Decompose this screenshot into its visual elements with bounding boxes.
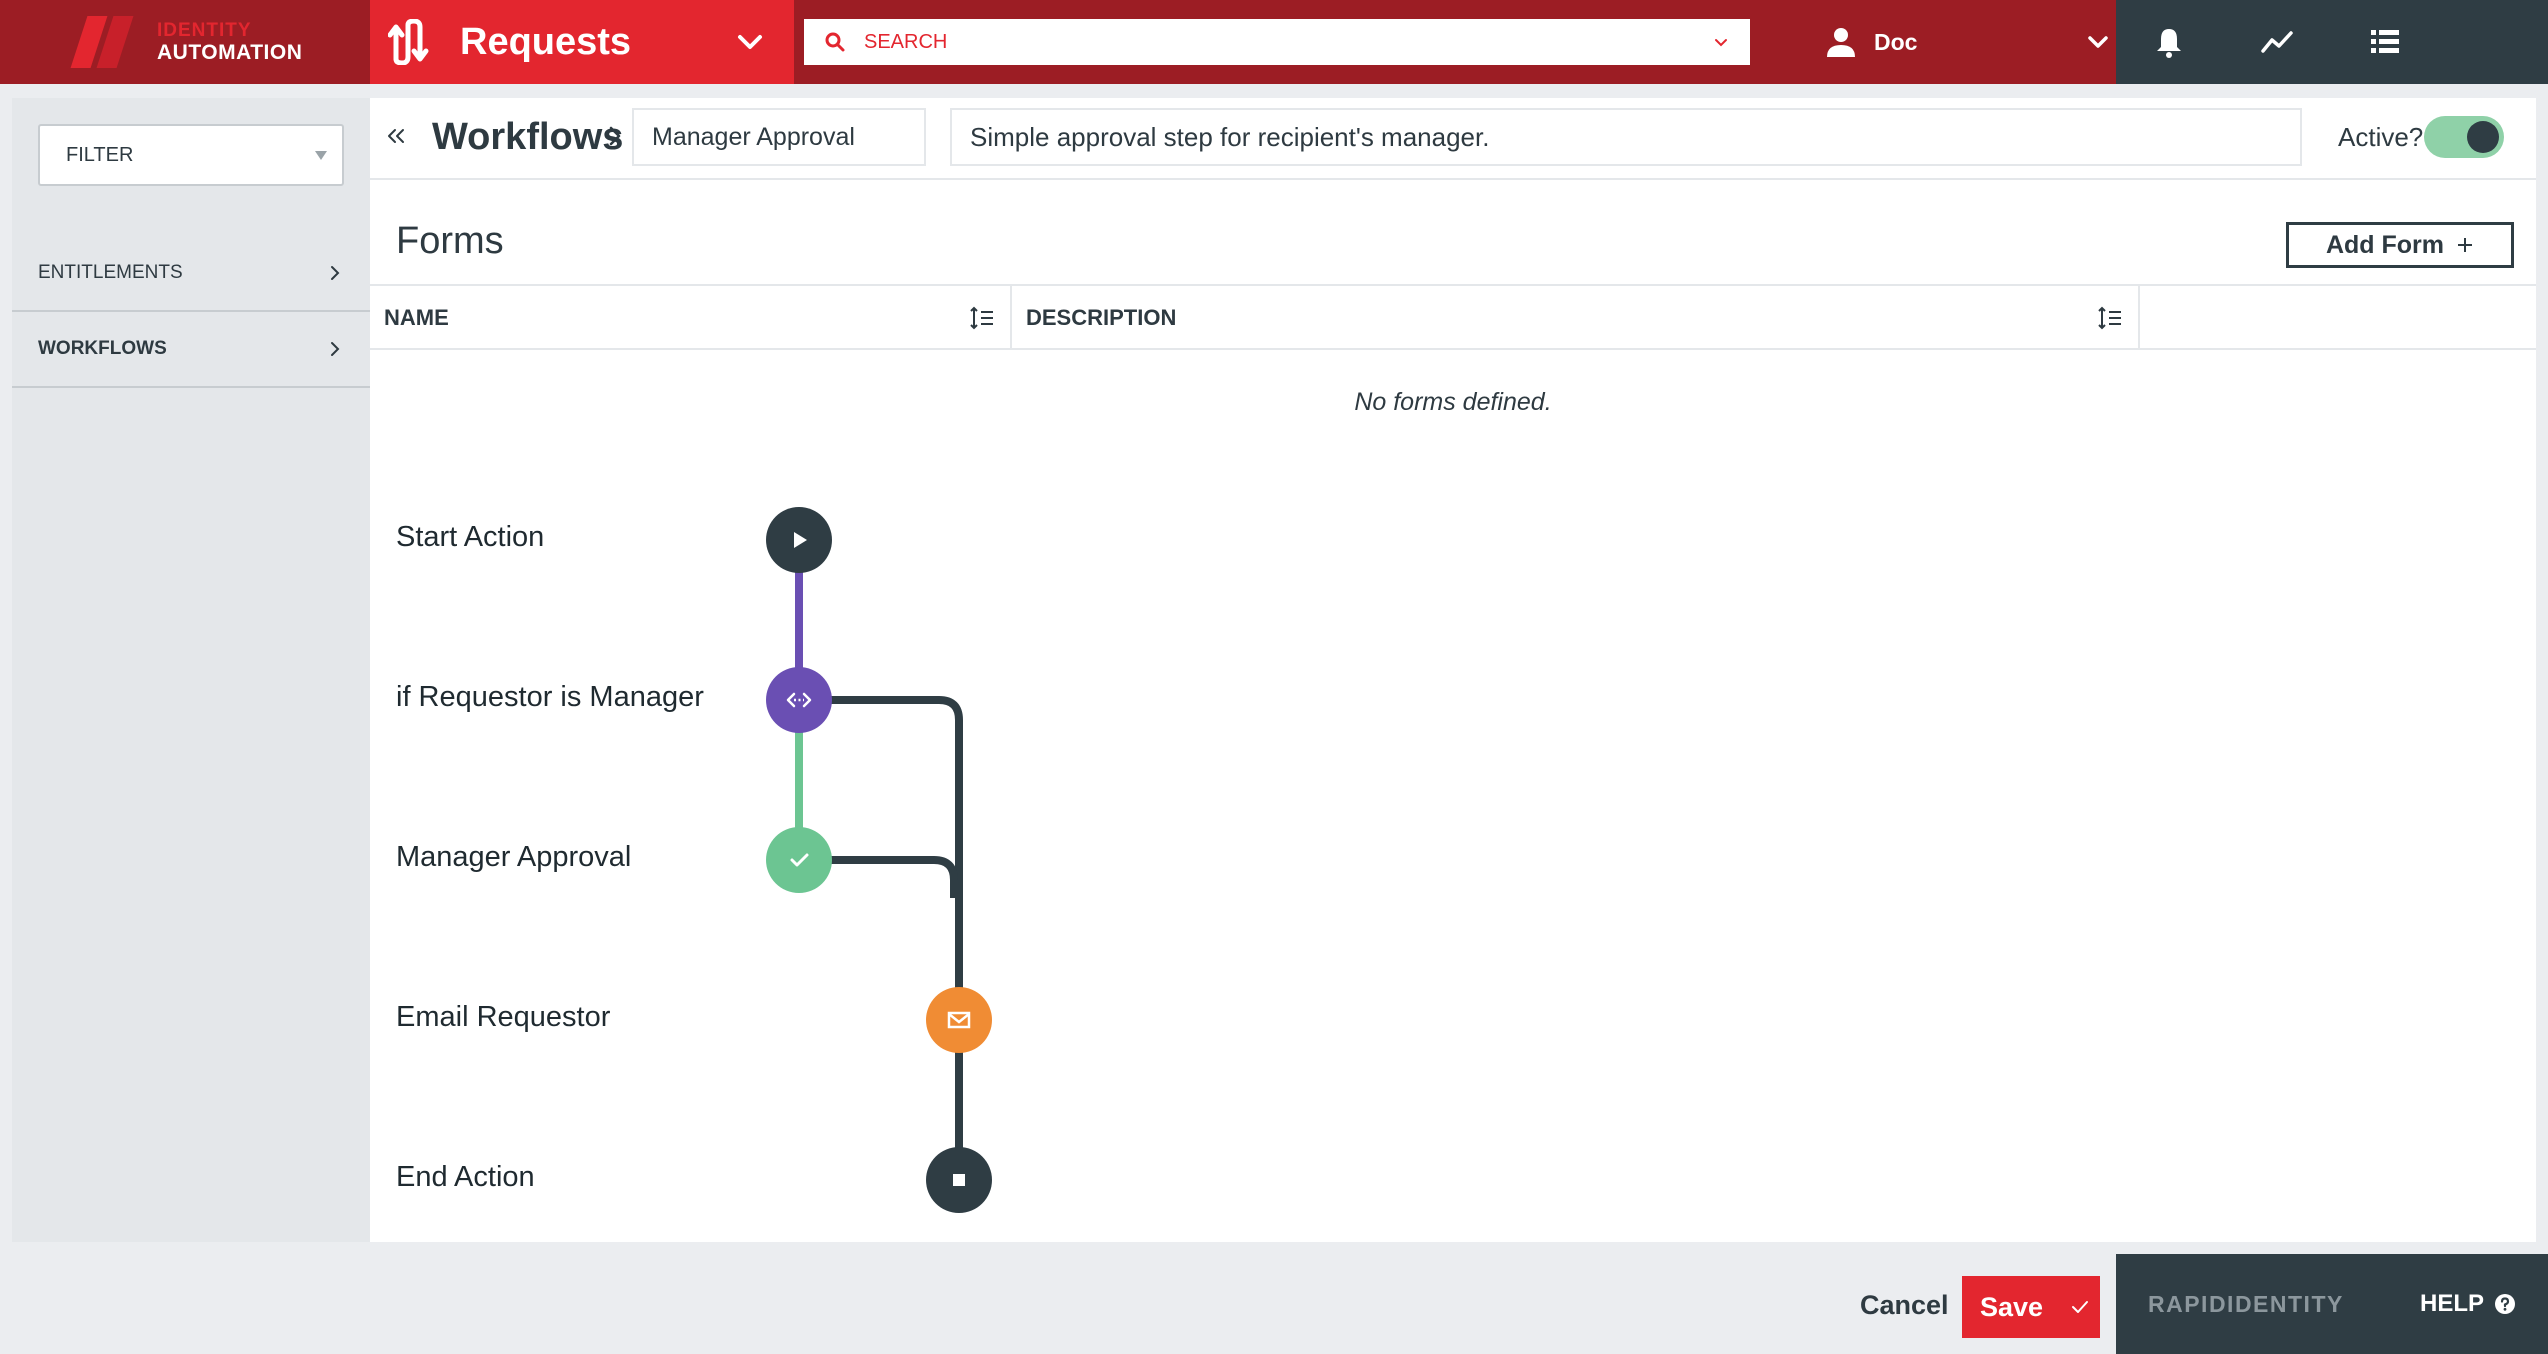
active-label: Active? (2338, 122, 2424, 152)
check-icon (2072, 1301, 2089, 1313)
add-form-label: Add Form (2325, 230, 2445, 259)
help-label: HELP (2420, 1290, 2485, 1317)
step-node-approval[interactable] (766, 827, 832, 893)
chevron-right-icon (331, 342, 340, 356)
toggle-knob (2467, 121, 2499, 153)
chevron-right-icon (331, 266, 340, 280)
workflow-connectors (795, 540, 963, 1179)
logo-text-line2: AUTOMATION (157, 41, 303, 64)
step-node-end[interactable] (926, 1147, 992, 1213)
requests-icon (388, 19, 429, 65)
sort-icon[interactable] (2096, 304, 2124, 332)
forms-table-header: NAME DESCRIPTION (370, 284, 2536, 350)
plus-icon (2458, 238, 2473, 252)
envelope-icon (947, 1011, 971, 1029)
search-input[interactable] (864, 30, 1710, 54)
step-node-condition[interactable] (766, 667, 832, 733)
trend-icon[interactable] (2260, 25, 2294, 59)
product-name: RAPIDIDENTITY (2148, 1290, 2344, 1317)
filter-label: FILTER (66, 143, 134, 166)
user-icon (1827, 28, 1855, 57)
sidebar-item-label: WORKFLOWS (38, 338, 167, 359)
filter-dropdown[interactable]: FILTER (38, 124, 344, 186)
cancel-button[interactable]: Cancel (1860, 1290, 1949, 1321)
main-panel: Workflows Active? Forms Add Form NAME DE… (370, 98, 2536, 1242)
module-switcher[interactable]: Requests (370, 0, 794, 84)
workflow-diagram: Start Action if Requestor is Manager Man… (370, 98, 2536, 1242)
caret-down-icon (315, 151, 327, 160)
add-form-button[interactable]: Add Form (2286, 222, 2514, 268)
column-header-description[interactable]: DESCRIPTION (1012, 286, 2140, 350)
save-button[interactable]: Save (1962, 1276, 2100, 1338)
workflow-description-input[interactable] (950, 108, 2302, 166)
search-bar: Doc (794, 0, 2116, 84)
chevron-right-icon (609, 126, 621, 146)
footer-brand-bar: RAPIDIDENTITY HELP (2116, 1254, 2548, 1354)
step-node-start[interactable] (766, 507, 832, 573)
save-label: Save (1980, 1291, 2044, 1322)
logo-text-line1: IDENTITY (157, 20, 252, 41)
play-icon (794, 532, 807, 548)
breadcrumb: Workflows Active? (370, 98, 2536, 180)
chevron-down-icon (738, 35, 762, 49)
user-menu[interactable]: Doc (1824, 25, 2114, 59)
step-label: if Requestor is Manager (396, 681, 704, 713)
breadcrumb-workflows[interactable]: Workflows (432, 116, 623, 159)
forms-empty-message: No forms defined. (1354, 388, 1552, 416)
logo[interactable]: IDENTITY AUTOMATION (0, 0, 370, 84)
step-label: End Action (396, 1161, 535, 1193)
sidebar-item-entitlements[interactable]: ENTITLEMENTS (12, 236, 370, 312)
chevron-down-icon (2088, 36, 2108, 48)
bell-icon[interactable] (2152, 25, 2186, 59)
list-icon[interactable] (2368, 25, 2402, 59)
sort-icon[interactable] (968, 304, 996, 332)
top-bar: IDENTITY AUTOMATION Requests SEARCH Doc (0, 0, 2548, 84)
search-dropdown-icon[interactable] (1710, 31, 1732, 53)
search-box[interactable] (804, 19, 1750, 65)
sidebar: FILTER ENTITLEMENTS WORKFLOWS (12, 98, 370, 1242)
double-chevron-left-icon[interactable] (384, 124, 408, 148)
module-title: Requests (460, 20, 632, 63)
logo-mark-icon (70, 16, 134, 68)
toolbar-icons (2116, 0, 2548, 84)
step-label: Email Requestor (396, 1001, 611, 1033)
user-name: Doc (1874, 28, 1918, 55)
forms-title: Forms (396, 220, 504, 262)
search-icon (825, 32, 845, 52)
workflow-name-input[interactable] (632, 108, 926, 166)
step-label: Manager Approval (396, 841, 632, 873)
column-header-name[interactable]: NAME (370, 286, 1012, 350)
branch-icon (786, 692, 812, 708)
step-label: Start Action (396, 521, 545, 553)
active-toggle[interactable] (2424, 116, 2504, 158)
question-icon (2495, 1294, 2516, 1314)
stop-icon (953, 1174, 965, 1186)
sidebar-item-label: ENTITLEMENTS (38, 262, 183, 283)
step-node-email[interactable] (926, 987, 992, 1053)
check-icon (790, 853, 809, 867)
sidebar-item-workflows[interactable]: WORKFLOWS (12, 312, 370, 388)
help-button[interactable]: HELP (2420, 1290, 2516, 1318)
